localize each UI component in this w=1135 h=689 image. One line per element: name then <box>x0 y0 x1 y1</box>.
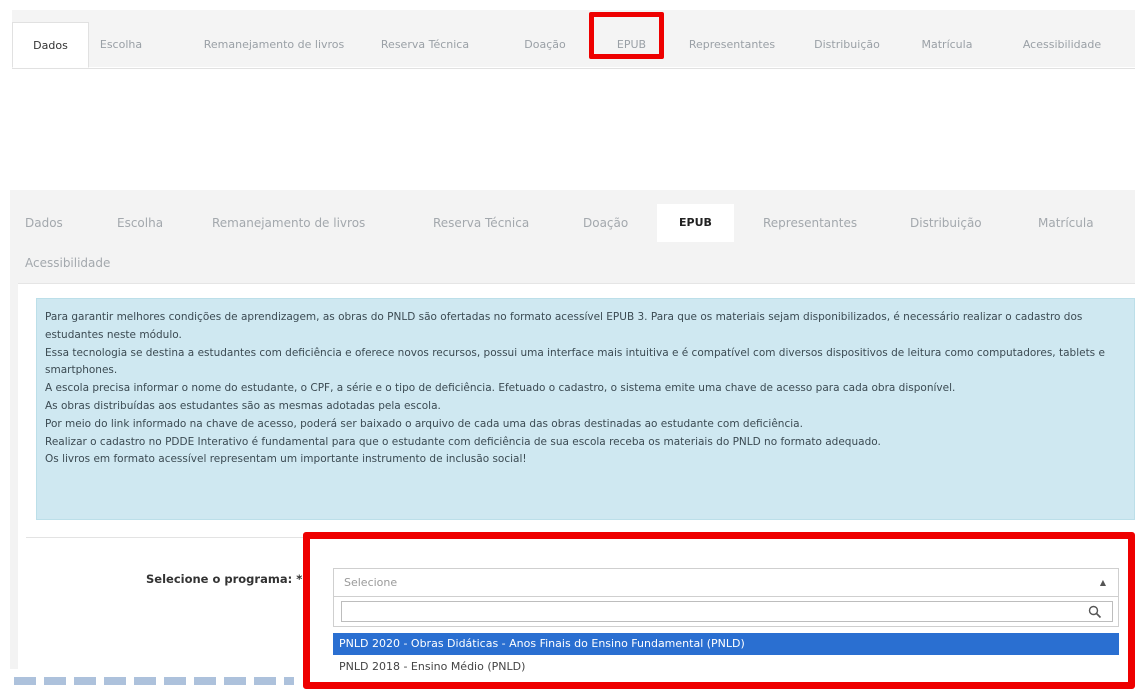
mid-tab-remanejamento[interactable]: Remanejamento de livros <box>212 204 365 242</box>
info-paragraph: Essa tecnologia se destina a estudantes … <box>45 346 1105 377</box>
top-tab-distribuicao[interactable]: Distribuição <box>802 22 892 68</box>
top-tab-dados[interactable]: Dados <box>12 22 89 68</box>
cutoff-text <box>14 677 294 685</box>
info-alert: Para garantir melhores condições de apre… <box>36 298 1135 520</box>
form-divider <box>26 537 316 538</box>
top-tab-acessibilidade[interactable]: Acessibilidade <box>1009 22 1115 68</box>
program-select-label: Selecione o programa: * <box>146 572 303 586</box>
mid-tab-epub[interactable]: EPUB <box>657 204 734 242</box>
mid-tab-bar: Dados Escolha Remanejamento de livros Re… <box>10 190 1135 280</box>
info-paragraph: Os livros em formato acessível represent… <box>45 453 527 466</box>
info-paragraph: A escola precisa informar o nome do estu… <box>45 382 956 395</box>
info-paragraph: Por meio do link informado na chave de a… <box>45 417 803 430</box>
select-highlight-box <box>303 532 1135 689</box>
top-tab-escolha[interactable]: Escolha <box>89 22 153 68</box>
mid-tab-representantes[interactable]: Representantes <box>763 204 857 242</box>
mid-tab-distribuicao[interactable]: Distribuição <box>910 204 982 242</box>
epub-tab-highlight-box <box>589 12 664 59</box>
info-paragraph: Para garantir melhores condições de apre… <box>45 311 1083 341</box>
mid-tab-reserva-tecnica[interactable]: Reserva Técnica <box>433 204 529 242</box>
mid-tab-acessibilidade[interactable]: Acessibilidade <box>25 244 110 282</box>
top-tab-bar: Dados Escolha Remanejamento de livros Re… <box>12 10 1135 69</box>
mid-tab-doacao[interactable]: Doação <box>583 204 628 242</box>
top-tab-remanejamento[interactable]: Remanejamento de livros <box>189 22 359 68</box>
mid-tab-dados[interactable]: Dados <box>25 204 63 242</box>
top-tab-matricula[interactable]: Matrícula <box>907 22 987 68</box>
top-tab-representantes[interactable]: Representantes <box>678 22 786 68</box>
top-tab-doacao[interactable]: Doação <box>512 22 578 68</box>
info-paragraph: As obras distribuídas aos estudantes são… <box>45 399 441 412</box>
mid-tab-matricula[interactable]: Matrícula <box>1038 204 1094 242</box>
bottom-cutoff-strip <box>10 669 300 689</box>
info-paragraph: Realizar o cadastro no PDDE Interativo é… <box>45 435 881 448</box>
top-tab-reserva-tecnica[interactable]: Reserva Técnica <box>370 22 480 68</box>
top-tab-row: Dados Escolha Remanejamento de livros Re… <box>12 22 1135 69</box>
mid-tab-escolha[interactable]: Escolha <box>117 204 163 242</box>
screenshot-root: Dados Escolha Remanejamento de livros Re… <box>0 0 1135 689</box>
